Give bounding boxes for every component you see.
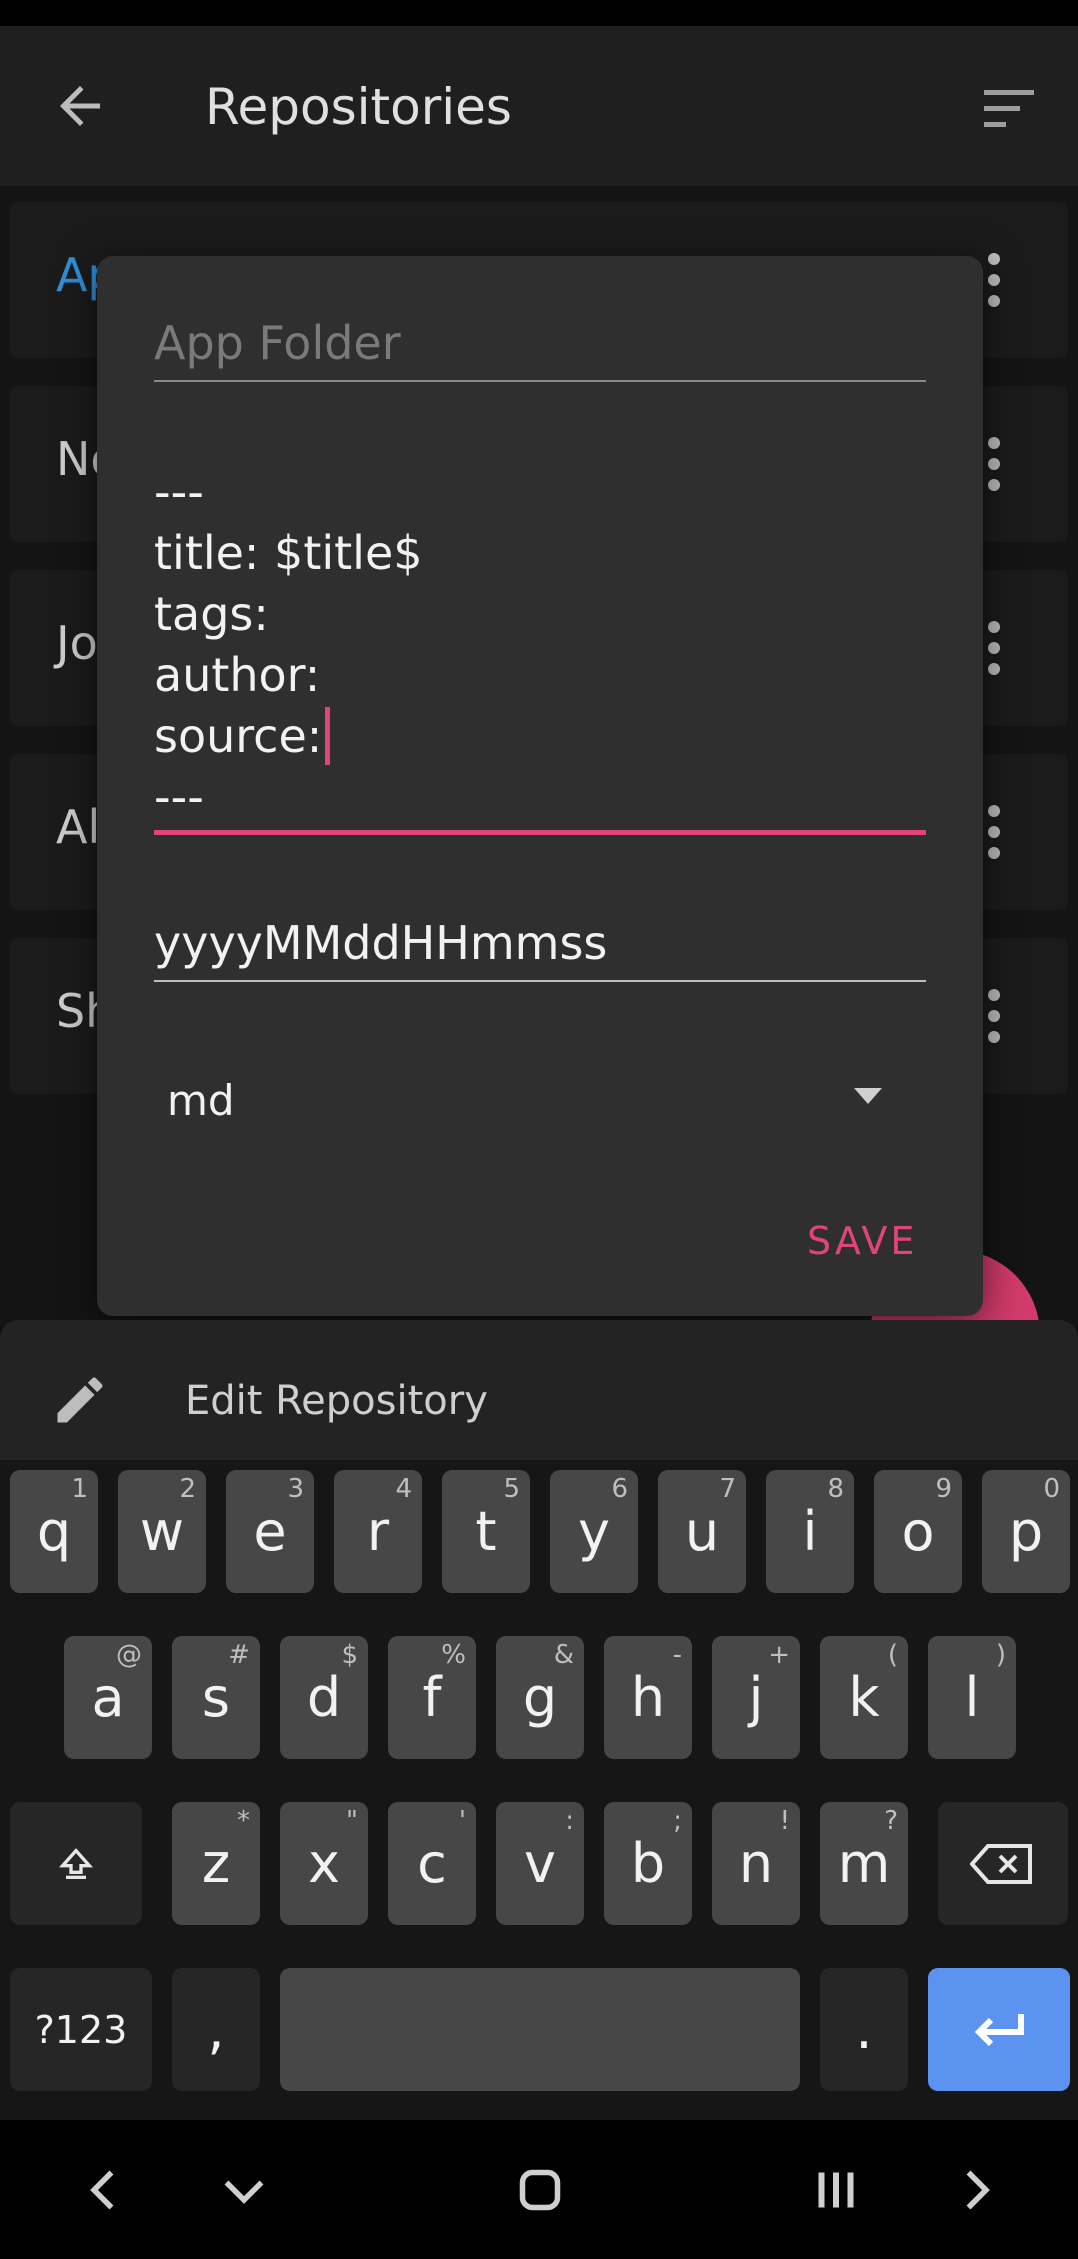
key-v[interactable]: v: bbox=[496, 1802, 584, 1925]
date-format-underline bbox=[154, 980, 926, 982]
back-arrow-icon[interactable] bbox=[50, 76, 110, 136]
more-vert-icon[interactable] bbox=[985, 252, 1003, 308]
key-c[interactable]: c ' bbox=[388, 1802, 476, 1925]
list-item-label: Al bbox=[56, 800, 101, 854]
home-icon[interactable] bbox=[510, 2160, 570, 2220]
system-nav-bar bbox=[0, 2120, 1078, 2259]
key-u[interactable]: u7 bbox=[658, 1470, 746, 1593]
key-m[interactable]: m? bbox=[820, 1802, 908, 1925]
chevron-right-icon[interactable] bbox=[946, 2160, 1006, 2220]
chevron-left-icon[interactable] bbox=[74, 2160, 134, 2220]
text-cursor bbox=[325, 707, 330, 765]
pencil-icon[interactable] bbox=[50, 1370, 110, 1430]
key-k[interactable]: k( bbox=[820, 1636, 908, 1759]
recent-apps-icon[interactable] bbox=[806, 2160, 866, 2220]
dropdown-arrow-icon[interactable] bbox=[854, 1088, 882, 1104]
keyboard: q1 w2 e3 r4 t5 y6 u7 i8 o9 p0 a @ s # d $ f… bbox=[0, 1460, 1078, 2120]
key-r[interactable]: r4 bbox=[334, 1470, 422, 1593]
symbols-key[interactable]: ?123 bbox=[10, 1968, 152, 2091]
key-q[interactable]: q1 bbox=[10, 1470, 98, 1593]
page-title: Repositories bbox=[205, 78, 512, 136]
suggestion-text[interactable]: Edit Repository bbox=[185, 1378, 488, 1424]
folder-input[interactable]: App Folder bbox=[154, 316, 401, 370]
key-f[interactable]: f% bbox=[388, 1636, 476, 1759]
key-w[interactable]: w2 bbox=[118, 1470, 206, 1593]
comma-key[interactable]: , bbox=[172, 1968, 260, 2091]
more-vert-icon[interactable] bbox=[985, 436, 1003, 492]
key-y[interactable]: y6 bbox=[550, 1470, 638, 1593]
key-b[interactable]: b; bbox=[604, 1802, 692, 1925]
key-j[interactable]: j + bbox=[712, 1636, 800, 1759]
key-h[interactable]: h- bbox=[604, 1636, 692, 1759]
enter-key[interactable] bbox=[928, 1968, 1070, 2091]
save-button[interactable]: SAVE bbox=[807, 1219, 917, 1263]
folder-input-underline bbox=[154, 380, 926, 382]
backspace-key[interactable] bbox=[938, 1802, 1068, 1925]
period-key[interactable]: . bbox=[820, 1968, 908, 2091]
date-format-input[interactable]: yyyyMMddHHmmss bbox=[154, 916, 607, 970]
edit-repository-dialog: App Folder --- title: $title$ tags: auth… bbox=[97, 256, 983, 1316]
more-vert-icon[interactable] bbox=[985, 988, 1003, 1044]
key-p[interactable]: p0 bbox=[982, 1470, 1070, 1593]
enter-icon bbox=[974, 2013, 1024, 2046]
template-textarea[interactable]: --- title: $title$ tags: author: source:… bbox=[154, 462, 423, 828]
key-t[interactable]: t5 bbox=[442, 1470, 530, 1593]
shift-key[interactable] bbox=[10, 1802, 142, 1925]
sort-icon[interactable] bbox=[980, 84, 1038, 134]
status-bar bbox=[0, 0, 1078, 26]
key-a[interactable]: a @ bbox=[64, 1636, 152, 1759]
key-o[interactable]: o9 bbox=[874, 1470, 962, 1593]
template-underline bbox=[154, 830, 926, 835]
key-e[interactable]: e3 bbox=[226, 1470, 314, 1593]
key-z[interactable]: z * bbox=[172, 1802, 260, 1925]
extension-select[interactable]: md bbox=[167, 1076, 235, 1125]
key-x[interactable]: x " bbox=[280, 1802, 368, 1925]
app-bar: Repositories bbox=[0, 26, 1078, 186]
chevron-down-icon[interactable] bbox=[214, 2160, 274, 2220]
key-l[interactable]: l) bbox=[928, 1636, 1016, 1759]
suggestion-strip: Edit Repository bbox=[0, 1320, 1078, 1460]
key-s[interactable]: s # bbox=[172, 1636, 260, 1759]
key-n[interactable]: n! bbox=[712, 1802, 800, 1925]
key-g[interactable]: g & bbox=[496, 1636, 584, 1759]
more-vert-icon[interactable] bbox=[985, 804, 1003, 860]
key-d[interactable]: d $ bbox=[280, 1636, 368, 1759]
key-i[interactable]: i8 bbox=[766, 1470, 854, 1593]
more-vert-icon[interactable] bbox=[985, 620, 1003, 676]
backspace-icon bbox=[970, 1843, 1032, 1884]
space-key[interactable] bbox=[280, 1968, 800, 2091]
shift-icon bbox=[58, 1847, 94, 1879]
list-item-label: Jo bbox=[56, 616, 98, 670]
